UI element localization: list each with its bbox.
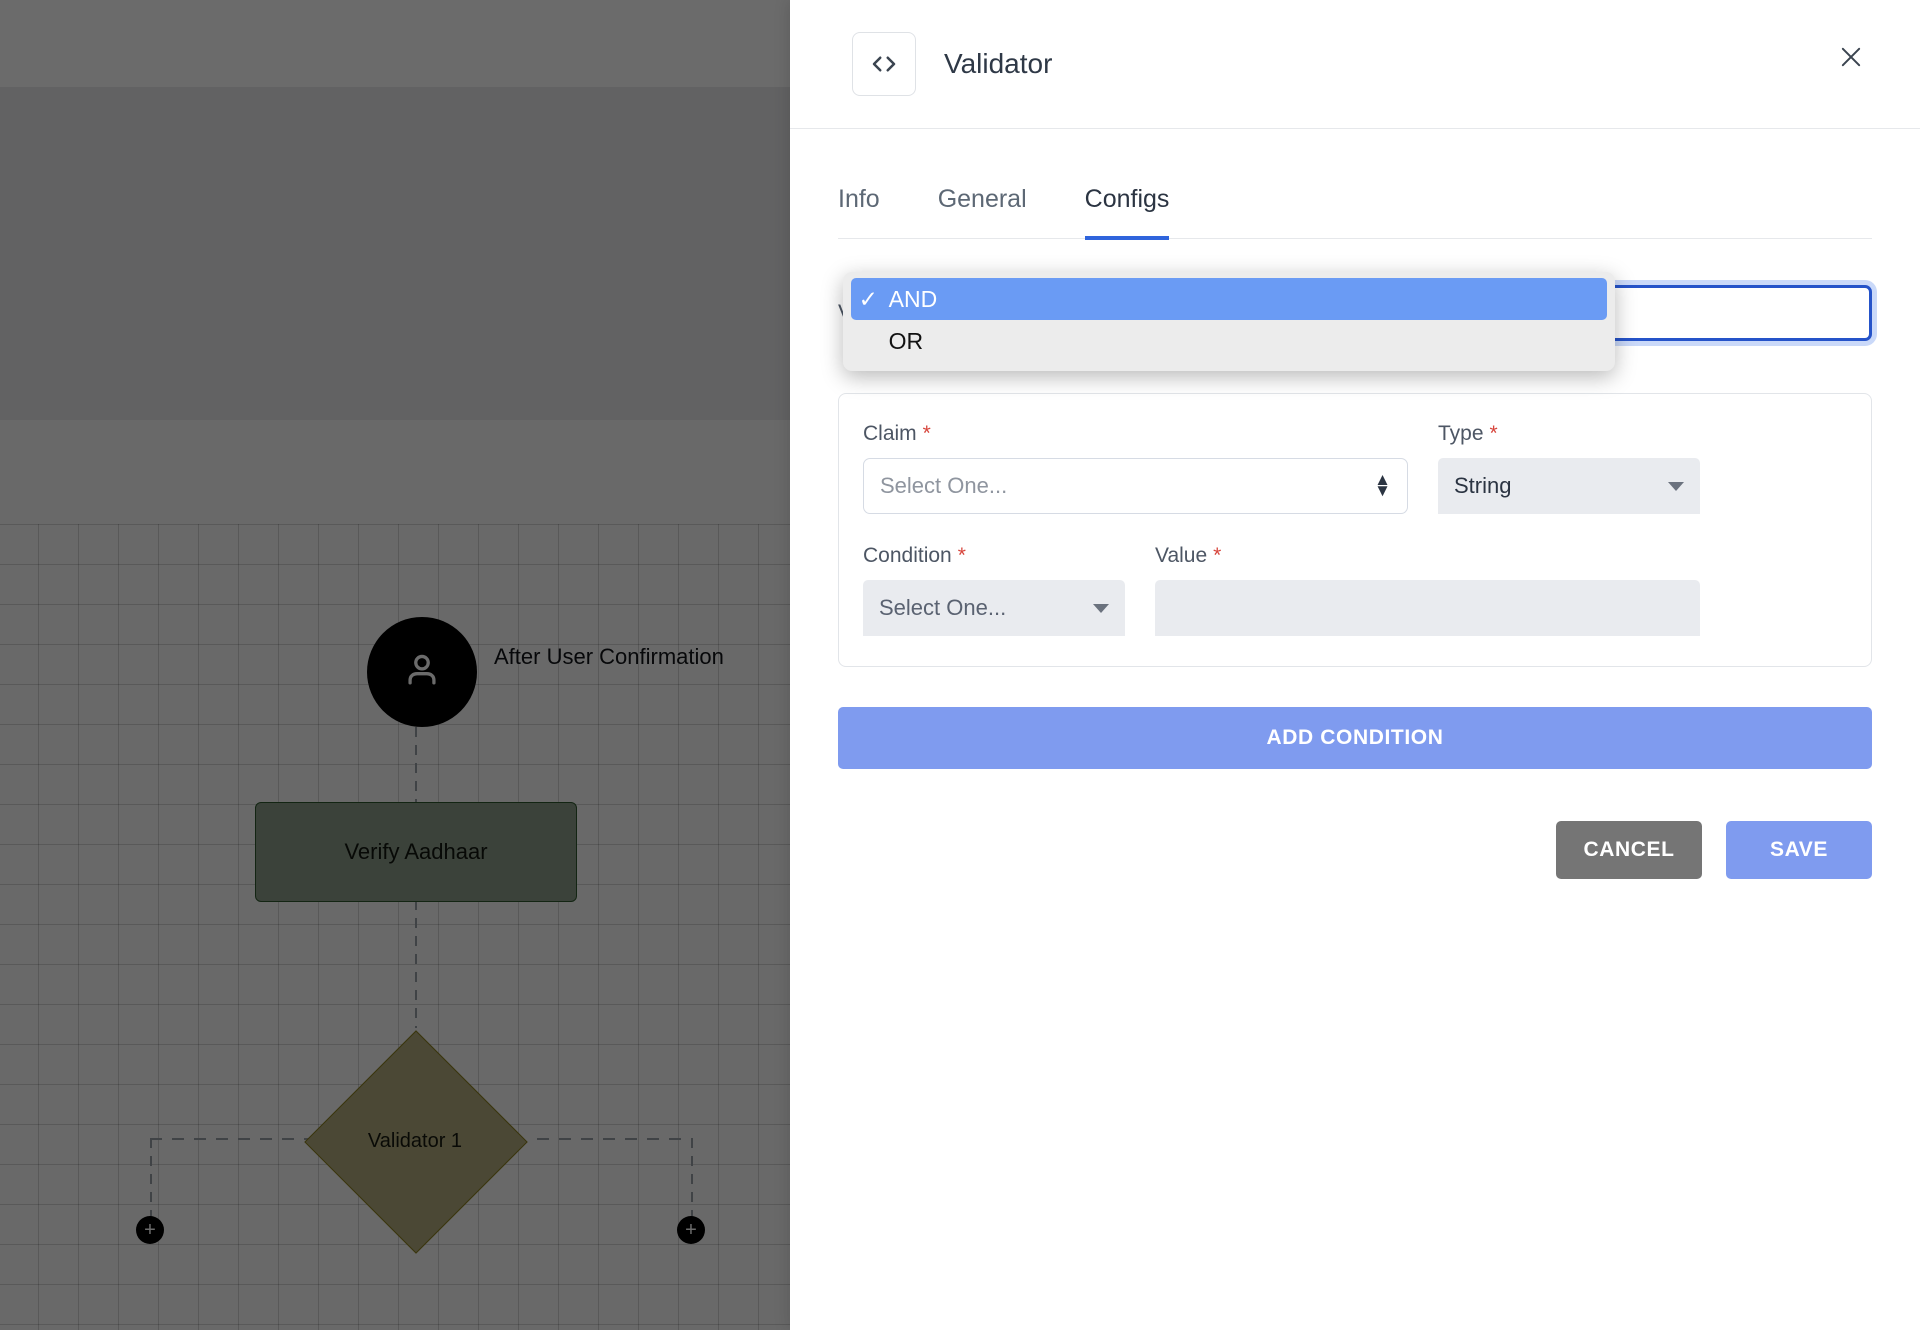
validator-config-drawer: Validator Info General Configs Validatio… [790, 0, 1920, 1330]
type-label-text: Type [1438, 422, 1484, 445]
plus-icon: + [144, 1219, 156, 1241]
condition-row-2: Condition * Select One... Value * [863, 544, 1847, 636]
canvas-band-lower [0, 420, 790, 524]
validation-condition-dropdown-popup[interactable]: ✓ AND OR [842, 272, 1615, 371]
spinner-arrows-icon: ▲ ▼ [1374, 470, 1391, 500]
claim-field-group: Claim * Select One... ▲ ▼ [863, 422, 1408, 514]
required-asterisk: * [922, 422, 931, 445]
claim-label-text: Claim [863, 422, 917, 445]
code-brackets-icon [852, 32, 916, 96]
add-node-button-right[interactable]: + [677, 1216, 705, 1244]
dropdown-option-and-label: AND [888, 285, 938, 312]
connector-decision-right-horizontal [537, 1138, 693, 1140]
add-condition-button[interactable]: ADD CONDITION [838, 707, 1872, 769]
workflow-canvas[interactable]: After User Confirmation Verify Aadhaar V… [0, 0, 790, 1330]
claim-select-value: Select One... [880, 473, 1008, 498]
save-button[interactable]: SAVE [1726, 821, 1872, 879]
task-node-label: Verify Aadhaar [344, 839, 488, 864]
value-input[interactable] [1155, 580, 1700, 636]
validation-condition-select-shell: ✓ AND OR [842, 272, 1872, 371]
dropdown-option-and[interactable]: ✓ AND [850, 278, 1607, 320]
tab-configs[interactable]: Configs [1084, 177, 1170, 240]
connector-task-to-decision [415, 900, 417, 1028]
type-label: Type * [1438, 422, 1700, 446]
required-asterisk: * [957, 544, 966, 567]
condition-select-value: Select One... [879, 595, 1007, 620]
condition-label: Condition * [863, 544, 1125, 568]
drawer-tabs: Info General Configs [838, 129, 1872, 240]
person-icon [400, 648, 444, 697]
decision-node-validator-1[interactable]: Validator 1 [302, 1028, 528, 1254]
chevron-down-icon [1668, 481, 1684, 491]
condition-row-1: Claim * Select One... ▲ ▼ Type * String [863, 422, 1847, 514]
dropdown-option-or-label: OR [888, 327, 924, 354]
task-node-verify-aadhaar[interactable]: Verify Aadhaar [255, 802, 577, 902]
type-select[interactable]: String [1438, 458, 1700, 514]
required-asterisk: * [1213, 544, 1222, 567]
plus-icon: + [685, 1219, 697, 1241]
checkmark-icon: ✓ [858, 285, 878, 312]
connector-user-to-task [415, 727, 417, 802]
value-label-text: Value [1155, 544, 1208, 567]
cancel-button[interactable]: CANCEL [1556, 821, 1702, 879]
decision-node-label: Validator 1 [367, 1129, 463, 1152]
user-node-label: After User Confirmation [494, 644, 724, 669]
condition-card: Claim* Select One... ▲▼ Type* String [838, 393, 1872, 667]
page-title: Validator [944, 48, 1053, 79]
dropdown-option-or[interactable]: OR [851, 320, 1607, 362]
user-start-node[interactable] [367, 617, 477, 727]
condition-label-text: Condition [863, 544, 952, 567]
canvas-band-middle [0, 87, 790, 420]
drawer-header: Validator [790, 0, 1920, 129]
chevron-down-icon [1093, 603, 1109, 613]
canvas-band-top [0, 0, 790, 87]
drawer-actions: CANCEL SAVE [838, 821, 1872, 879]
condition-select[interactable]: Select One... [863, 580, 1125, 636]
type-select-value: String [1454, 473, 1512, 498]
value-field-group: Value * [1155, 544, 1700, 636]
required-asterisk: * [1489, 422, 1498, 445]
close-icon[interactable] [1822, 28, 1880, 86]
validation-condition-row: Validation Condition* ✓ AND OR [838, 272, 1872, 371]
connector-decision-left-horizontal [150, 1138, 310, 1140]
claim-label: Claim * [863, 422, 1408, 446]
tab-info[interactable]: Info [838, 177, 880, 240]
tab-general[interactable]: General [938, 177, 1027, 240]
add-node-button-left[interactable]: + [136, 1216, 164, 1244]
condition-field-group: Condition * Select One... [863, 544, 1125, 636]
claim-select[interactable]: Select One... ▲ ▼ [863, 458, 1408, 514]
type-field-group: Type * String [1438, 422, 1700, 514]
value-label: Value * [1155, 544, 1700, 568]
